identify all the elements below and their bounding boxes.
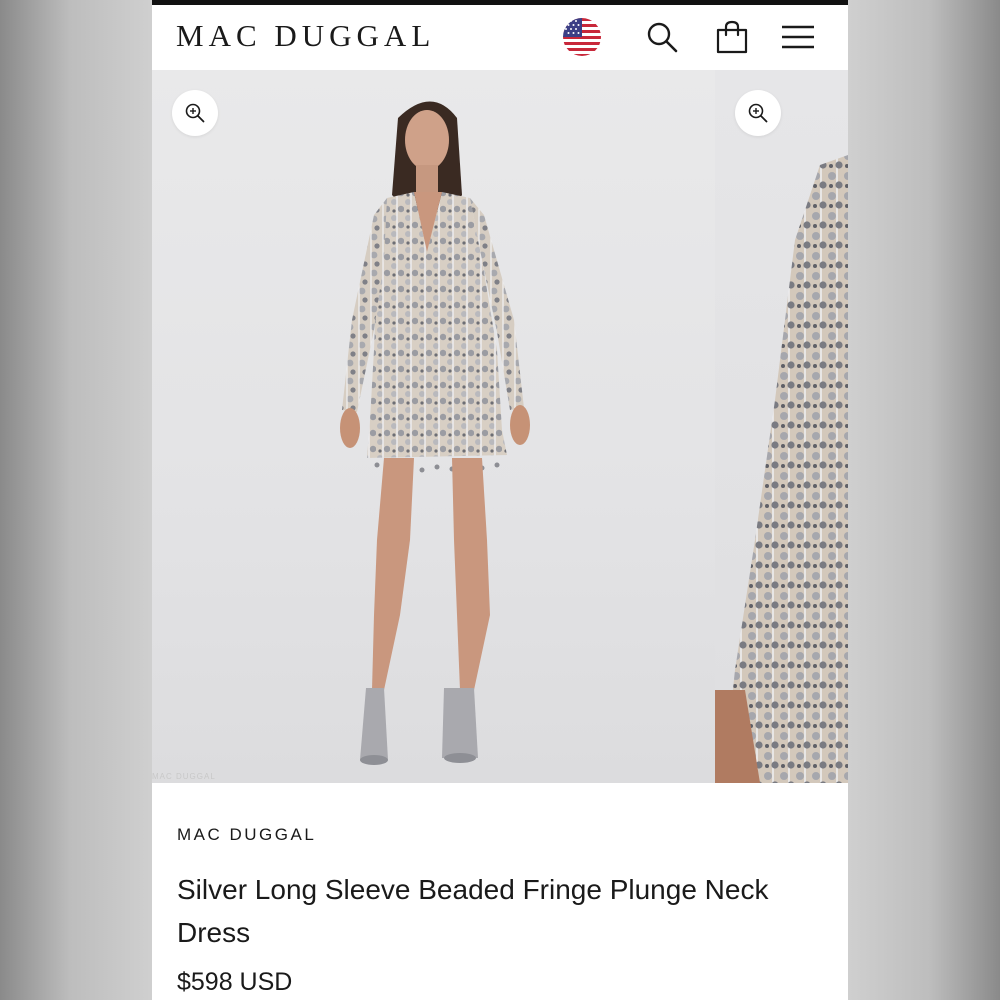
- site-header: MAC DUGGAL: [152, 5, 848, 70]
- product-title: Silver Long Sleeve Beaded Fringe Plunge …: [177, 874, 769, 948]
- model-photo: [340, 101, 530, 765]
- zoom-in-icon: [185, 103, 205, 123]
- search-button[interactable]: [642, 17, 682, 57]
- cart-button[interactable]: [712, 17, 752, 57]
- shopping-bag-icon: [716, 20, 748, 54]
- product-image-next[interactable]: [715, 70, 848, 783]
- product-brand[interactable]: MAC DUGGAL: [177, 825, 316, 845]
- search-icon: [647, 22, 678, 53]
- product-image-gallery[interactable]: MAC DUGGAL: [152, 70, 848, 783]
- country-selector[interactable]: [562, 17, 602, 57]
- sleeve-detail-photo: [715, 155, 848, 783]
- zoom-button[interactable]: [172, 90, 218, 136]
- hamburger-menu-icon: [782, 25, 814, 49]
- product-info: MAC DUGGAL Silver Long Sleeve Beaded Fri…: [152, 783, 848, 1000]
- zoom-button-next[interactable]: [735, 90, 781, 136]
- zoom-in-icon: [748, 103, 768, 123]
- us-flag-icon: [563, 18, 601, 56]
- site-logo[interactable]: MAC DUGGAL: [176, 18, 435, 54]
- image-watermark: MAC DUGGAL: [152, 772, 216, 781]
- product-price: $598 USD: [177, 968, 293, 996]
- menu-button[interactable]: [778, 17, 818, 57]
- product-page: MAC DUGGAL MAC DUGGAL MAC DUGGAL Silver …: [152, 0, 848, 1000]
- product-image-main[interactable]: MAC DUGGAL: [152, 70, 715, 783]
